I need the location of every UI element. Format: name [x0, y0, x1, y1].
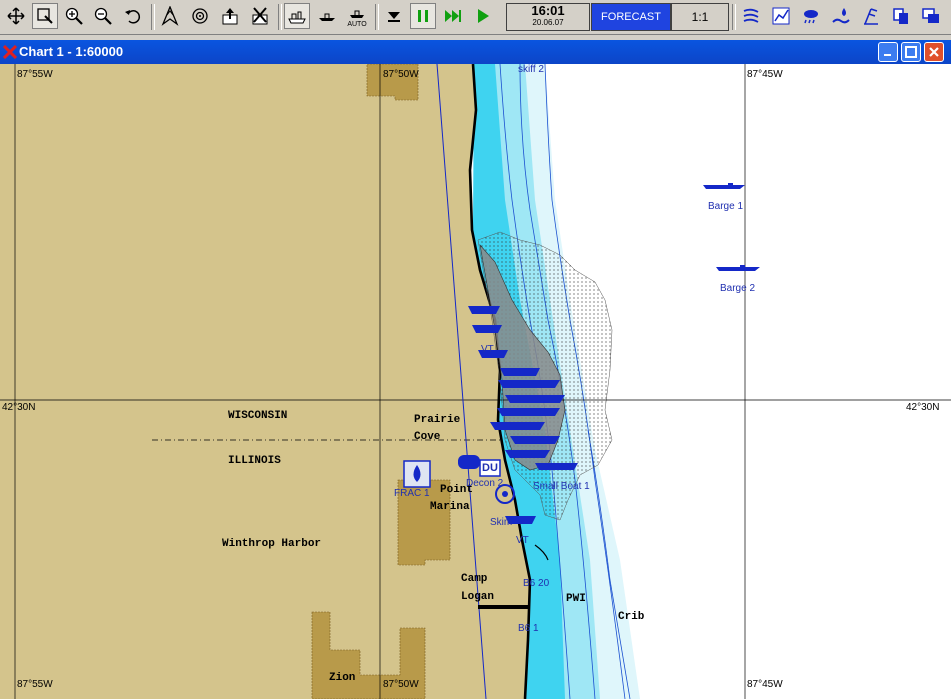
chart-map[interactable]: 87°55W 87°50W 87°45W 87°55W 87°50W 87°45… [0, 64, 951, 699]
auto-label: AUTO [347, 21, 367, 28]
spill-icon[interactable] [828, 3, 854, 29]
close-button[interactable] [924, 42, 944, 62]
wind-icon[interactable] [858, 3, 884, 29]
chart-window-titlebar[interactable]: Chart 1 - 1:60000 [0, 40, 951, 64]
skiff-2-label[interactable]: skiff 2 [518, 64, 544, 75]
place-camp: Camp [461, 573, 488, 585]
target-icon[interactable] [187, 3, 213, 29]
copy-icon[interactable] [888, 3, 914, 29]
lon-label-bottom-mid: 87°50W [383, 679, 419, 690]
decon-2-label[interactable]: Decon 2 [466, 478, 503, 489]
nautical-chart [0, 64, 951, 699]
ship-icon[interactable] [314, 3, 340, 29]
select-zoom-icon[interactable] [32, 3, 58, 29]
maximize-icon [905, 46, 917, 58]
export-icon[interactable] [217, 3, 243, 29]
maximize-button[interactable] [901, 42, 921, 62]
lon-label-top-left: 87°55W [17, 69, 53, 80]
vessel-icon[interactable] [284, 3, 310, 29]
small-boat-1-label[interactable]: Small Boat 1 [533, 481, 590, 492]
frac-1-label[interactable]: FRAC 1 [394, 488, 430, 499]
place-wisconsin: WISCONSIN [228, 410, 288, 422]
pan-icon[interactable] [3, 3, 29, 29]
app-icon [3, 45, 17, 59]
simulation-clock: 16:01 20.06.07 [506, 3, 590, 31]
place-illinois: ILLINOIS [228, 455, 281, 467]
window-title: Chart 1 - 1:60000 [19, 44, 124, 59]
play-icon[interactable] [470, 3, 496, 29]
lon-label-top-mid: 87°50W [383, 69, 419, 80]
du-label[interactable]: DU [482, 462, 498, 474]
clock-time: 16:01 [531, 3, 565, 18]
place-cove: Cove [414, 431, 441, 443]
minimize-button[interactable] [878, 42, 898, 62]
land-area [0, 64, 530, 699]
vt-2-label[interactable]: VT [516, 535, 529, 546]
close-icon [929, 47, 939, 57]
weather-icon[interactable] [798, 3, 824, 29]
lon-label-top-right: 87°45W [747, 69, 783, 80]
zoom-in-icon[interactable] [61, 3, 87, 29]
place-prairie: Prairie [414, 414, 461, 426]
main-toolbar: AUTO 16:01 20.06.07 FORECAST 1:1 [0, 0, 951, 35]
place-logan: Logan [461, 591, 495, 603]
speed-ratio-button[interactable]: 1:1 [671, 3, 729, 31]
stop-icon[interactable] [381, 3, 407, 29]
vt-label[interactable]: VT [481, 344, 494, 355]
b6-1-label[interactable]: B6 1 [518, 623, 539, 634]
undo-icon[interactable] [120, 3, 146, 29]
north-arrow-icon[interactable] [157, 3, 183, 29]
auto-icon[interactable]: AUTO [344, 3, 370, 29]
minimize-icon [884, 54, 891, 56]
forecast-button[interactable]: FORECAST [591, 3, 671, 31]
lat-label-left: 42°30N [2, 402, 36, 413]
fast-forward-icon[interactable] [440, 3, 466, 29]
place-crib: Crib [618, 611, 645, 623]
zoom-out-icon[interactable] [90, 3, 116, 29]
place-marina: Marina [430, 501, 470, 513]
place-pwi: PWI [566, 593, 586, 605]
delete-icon[interactable] [247, 3, 273, 29]
lon-label-bottom-right: 87°45W [747, 679, 783, 690]
place-zion: Zion [329, 672, 356, 684]
skim-label[interactable]: Skim [490, 517, 512, 528]
b6-20-label[interactable]: B6 20 [523, 578, 549, 589]
pause-icon[interactable] [410, 3, 436, 29]
current-icon[interactable] [738, 3, 764, 29]
frac-unit [403, 460, 431, 488]
lon-label-bottom-left: 87°55W [17, 679, 53, 690]
clock-date: 20.06.07 [532, 18, 564, 27]
lat-label-right: 42°30N [906, 402, 940, 413]
place-winthrop-harbor: Winthrop Harbor [222, 538, 322, 550]
barge-1-label[interactable]: Barge 1 [708, 201, 743, 212]
graph-icon[interactable] [768, 3, 794, 29]
barge-2-label[interactable]: Barge 2 [720, 283, 755, 294]
windows-icon[interactable] [918, 3, 944, 29]
